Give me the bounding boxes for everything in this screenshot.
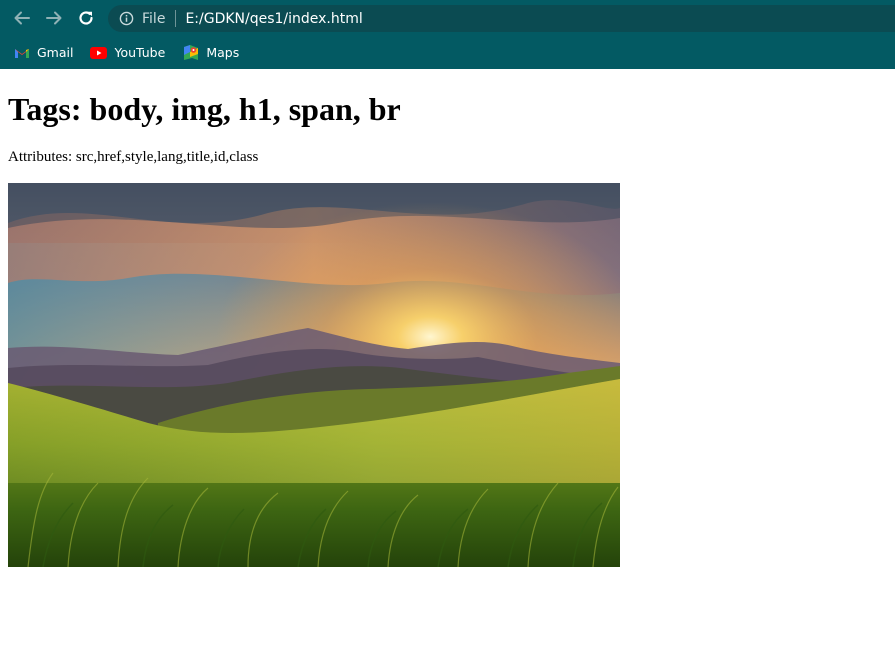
forward-button[interactable] — [38, 0, 70, 36]
page-content: Tags: body, img, h1, span, br Attributes… — [0, 69, 895, 653]
arrow-right-icon — [46, 11, 62, 25]
bookmark-youtube[interactable]: YouTube — [90, 41, 165, 65]
bookmark-label: Gmail — [37, 45, 74, 60]
url-text[interactable]: E:/GDKN/qes1/index.html — [185, 11, 362, 27]
omnibox-divider — [175, 10, 177, 27]
bookmark-maps[interactable]: Maps — [182, 41, 239, 65]
attributes-text: Attributes: src,href,style,lang,title,id… — [8, 149, 259, 165]
mountain-sunrise-photo — [8, 183, 620, 567]
browser-toolbar: File E:/GDKN/qes1/index.html — [0, 0, 895, 36]
info-icon[interactable] — [118, 11, 134, 27]
scheme-label: File — [142, 10, 166, 27]
reload-icon — [79, 11, 93, 25]
back-button[interactable] — [6, 0, 38, 36]
bookmark-gmail[interactable]: Gmail — [13, 41, 73, 65]
gmail-icon — [13, 46, 30, 60]
maps-icon — [182, 45, 199, 60]
bookmarks-bar: Gmail YouTube Maps — [0, 36, 895, 69]
page-heading: Tags: body, img, h1, span, br — [8, 91, 401, 127]
youtube-icon — [90, 46, 108, 60]
bookmark-label: YouTube — [114, 45, 166, 60]
bookmark-label: Maps — [206, 45, 240, 60]
arrow-left-icon — [14, 11, 30, 25]
reload-button[interactable] — [70, 0, 102, 36]
address-bar[interactable]: File E:/GDKN/qes1/index.html — [108, 5, 895, 32]
